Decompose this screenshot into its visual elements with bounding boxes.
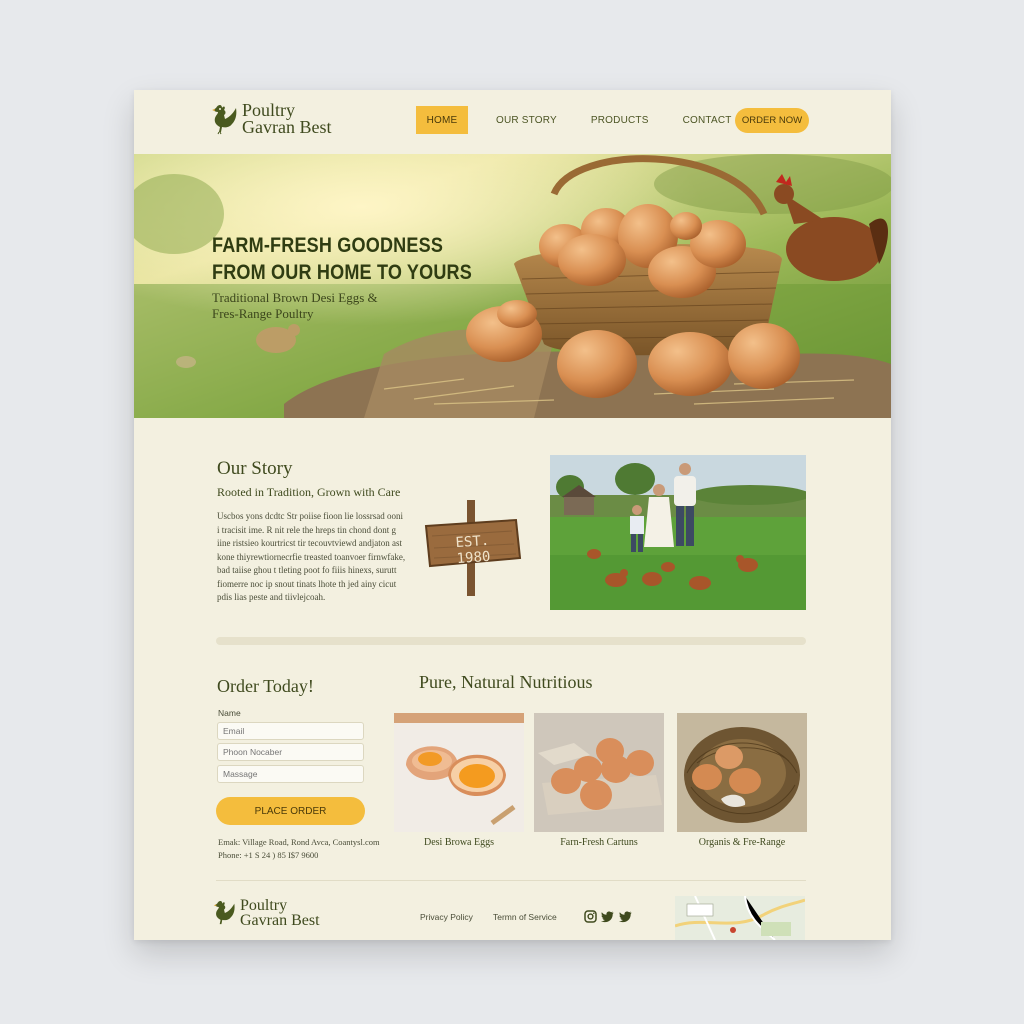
footer-brand-line2: Gavran Best — [240, 912, 320, 929]
est-sign-text: EST. 1980 — [455, 532, 491, 568]
rooster-icon — [212, 105, 237, 135]
family-photo-image — [550, 455, 806, 610]
nav-our-story[interactable]: OUR STORY — [496, 115, 557, 126]
brand-line2: Gavran Best — [242, 117, 332, 137]
email-field[interactable] — [217, 722, 364, 740]
nav-contact[interactable]: CONTACT — [683, 115, 732, 126]
footer-brand-logo[interactable]: Poultry Gavran Best — [212, 897, 320, 929]
cracked-egg-image — [394, 713, 524, 832]
phone-field[interactable] — [217, 743, 364, 761]
hero-subtitle-line2: Fres-Range Poultry — [212, 306, 314, 321]
nav-home[interactable]: HOME — [416, 106, 468, 134]
story-tagline: Rooted in Tradition, Grown with Care — [217, 485, 401, 499]
products-title: Pure, Natural Nutritious — [419, 672, 593, 692]
name-label: Name — [218, 708, 241, 718]
rooster-icon — [213, 901, 235, 925]
product-caption-desi-eggs: Desi Browa Eggs — [424, 837, 494, 848]
hero-title: FARM-FRESH GOODNESS FROM OUR HOME TO YOU… — [212, 232, 487, 286]
location-map[interactable] — [675, 896, 805, 940]
nav-products[interactable]: PRODUCTS — [591, 115, 649, 126]
hero-title-line2: FROM OUR HOME TO YOURS — [212, 261, 472, 284]
page: Poultry Gavran Best HOME OUR STORY PRODU… — [134, 90, 891, 940]
hero-image — [134, 154, 891, 418]
main-nav: HOME OUR STORY PRODUCTS CONTACT — [416, 106, 732, 134]
hero-title-line1: FARM-FRESH GOODNESS — [212, 234, 444, 257]
site-header: Poultry Gavran Best HOME OUR STORY PRODU… — [134, 90, 891, 154]
contact-phone: Phone: +1 S 24 ) 85 I$7 9600 — [218, 850, 319, 860]
message-field[interactable] — [217, 765, 364, 783]
twitter-icon[interactable] — [619, 910, 632, 923]
footer-brand-line1: Poultry — [240, 897, 288, 914]
product-card-desi-eggs[interactable] — [394, 713, 524, 832]
contact-address: Emak: Village Road, Rond Avca, Coantysl.… — [218, 837, 380, 847]
nest-eggs-image — [677, 713, 807, 832]
map-image — [675, 896, 805, 940]
hero-subtitle-line1: Traditional Brown Desi Eggs & — [212, 290, 378, 305]
contact-info: Emak: Village Road, Rond Avca, Coantysl.… — [218, 836, 398, 862]
story-title: Our Story — [217, 458, 293, 479]
privacy-policy-link[interactable]: Privacy Policy — [420, 912, 473, 922]
instagram-icon[interactable] — [584, 910, 597, 923]
est-sign: EST. 1980 — [422, 500, 522, 596]
order-title: Order Today! — [217, 676, 314, 696]
section-divider — [216, 637, 806, 645]
egg-carton-image — [534, 713, 664, 832]
story-body: Uscbos yons dcdtc Str poiise fioon lie l… — [217, 511, 406, 602]
order-now-button[interactable]: ORDER NOW — [735, 108, 809, 133]
product-caption-organic-free-range: Organis & Fre-Range — [698, 837, 786, 848]
terms-of-service-link[interactable]: Termn of Service — [493, 912, 557, 922]
hero-subtitle: Traditional Brown Desi Eggs & Fres-Range… — [212, 290, 422, 322]
family-farm-photo — [550, 455, 806, 610]
place-order-button[interactable]: PLACE ORDER — [216, 797, 365, 825]
product-caption-farm-fresh-cartons: Farn-Fresh Cartuns — [560, 837, 638, 848]
twitter-icon[interactable] — [601, 910, 614, 923]
product-card-organic-free-range[interactable] — [677, 713, 807, 832]
product-card-farm-fresh-cartons[interactable] — [534, 713, 664, 832]
footer-brand-text: Poultry Gavran Best — [240, 897, 320, 929]
brand-logo[interactable]: Poultry Gavran Best — [210, 101, 332, 137]
brand-text: Poultry Gavran Best — [242, 101, 332, 137]
hero-banner: FARM-FRESH GOODNESS FROM OUR HOME TO YOU… — [134, 154, 891, 418]
footer-divider — [216, 880, 806, 881]
